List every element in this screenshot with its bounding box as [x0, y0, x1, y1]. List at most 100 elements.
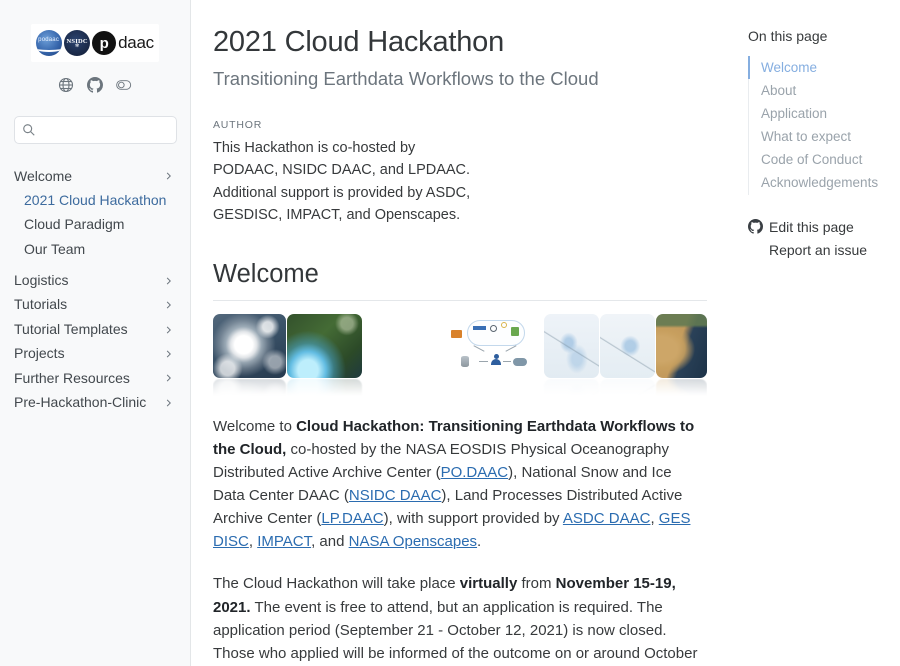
toc-list: Welcome About Application What to expect… [748, 56, 890, 195]
toc-item-acknowledgements[interactable]: Acknowledgements [748, 172, 890, 195]
toc-item-application[interactable]: Application [748, 102, 890, 125]
diagram-gear-icon [490, 325, 497, 332]
diagram-database-icon [461, 356, 469, 367]
diagram-document-icon [511, 327, 519, 336]
nsidc-logo: NSIDC✻ [64, 30, 90, 56]
sidebar-item-logistics[interactable]: Logistics [14, 269, 176, 293]
chevron-right-icon [164, 373, 174, 383]
sidebar-item-label: 2021 Cloud Hackathon [24, 193, 166, 208]
chevron-right-icon [164, 276, 174, 286]
author-label: AUTHOR [213, 119, 707, 131]
sidebar-item-projects[interactable]: Projects [14, 342, 176, 366]
welcome-paragraph-1: Welcome to Cloud Hackathon: Transitionin… [213, 415, 707, 554]
sidebar-item-tutorial-templates[interactable]: Tutorial Templates [14, 317, 176, 341]
banner-tile-hurricane-satellite-image [213, 314, 286, 378]
diagram-arrow [473, 345, 484, 352]
sidebar-item-label: Further Resources [14, 371, 130, 386]
welcome-paragraph-2: The Cloud Hackathon will take place virt… [213, 572, 707, 666]
text-segment: , and [311, 533, 349, 550]
site-logo[interactable]: podaac NSIDC✻ p daac [31, 24, 159, 62]
sidebar-item-label: Projects [14, 346, 65, 361]
sidebar-item-label: Tutorial Templates [14, 322, 128, 337]
lpdaac-monogram: p [92, 31, 116, 55]
sidebar-item-tutorials[interactable]: Tutorials [14, 293, 176, 317]
podaac-logo: podaac [36, 30, 62, 56]
report-an-issue-link[interactable]: Report an issue [748, 238, 890, 261]
text-segment: . [477, 533, 481, 550]
globe-icon[interactable] [58, 77, 74, 93]
search-input[interactable] [14, 116, 177, 144]
text-segment: , [249, 533, 257, 550]
toc-action-links: Edit this page Report an issue [748, 215, 890, 261]
sidebar-item-label: Cloud Paradigm [24, 217, 124, 232]
sidebar-item-cloud-paradigm[interactable]: Cloud Paradigm [14, 213, 176, 237]
text-segment: , [650, 510, 658, 527]
search-container [14, 116, 176, 144]
banner-tile-oman-coast-satellite-image [656, 314, 707, 378]
sidebar-item-label: Welcome [14, 169, 72, 184]
inline-link[interactable]: LP.DAAC [321, 510, 383, 527]
section-divider [213, 300, 707, 301]
diagram-folder-icon [451, 330, 462, 338]
diagram-arrow [505, 345, 516, 352]
sidebar-item-2021-cloud-hackathon[interactable]: 2021 Cloud Hackathon [14, 188, 176, 212]
sidebar-item-label: Pre-Hackathon-Clinic [14, 395, 146, 410]
diagram-person-icon [501, 322, 507, 328]
main-content: 2021 Cloud Hackathon Transitioning Earth… [191, 0, 737, 666]
edit-this-page-label: Edit this page [769, 219, 854, 235]
toc-item-about[interactable]: About [748, 79, 890, 102]
text-segment: ), with support provided by [384, 510, 563, 527]
inline-link[interactable]: ASDC DAAC [563, 510, 651, 527]
author-text: This Hackathon is co-hosted by PODAAC, N… [213, 137, 475, 227]
toc-item-welcome[interactable]: Welcome [748, 56, 890, 79]
banner-tile-green-coastline-satellite-image [287, 314, 362, 378]
podaac-wave-graphic [36, 43, 62, 52]
diagram-blue-bar [473, 326, 486, 330]
lpdaac-logo-text: daac [118, 33, 154, 53]
text-segment: The event is free to attend, but an appl… [213, 599, 697, 666]
page-title: 2021 Cloud Hackathon [213, 26, 707, 59]
toc-title: On this page [748, 28, 890, 44]
page-subtitle: Transitioning Earthdata Workflows to the… [213, 68, 707, 90]
banner-reflection [213, 379, 707, 396]
chevron-right-icon [164, 171, 174, 181]
inline-link[interactable]: PO.DAAC [441, 464, 509, 481]
banner-tile-ice-sheet-satellite-image-2 [600, 314, 655, 378]
sidebar-tool-icons [14, 77, 176, 93]
sidebar-item-further-resources[interactable]: Further Resources [14, 366, 176, 390]
section-heading-welcome: Welcome [213, 260, 707, 289]
sidebar-item-label: Our Team [24, 242, 85, 257]
sidebar-item-pre-hackathon-clinic[interactable]: Pre-Hackathon-Clinic [14, 391, 176, 415]
chevron-right-icon [164, 398, 174, 408]
banner-tile-row [213, 314, 707, 378]
inline-link[interactable]: IMPACT [257, 533, 311, 550]
inline-link[interactable]: NASA Openscapes [349, 533, 477, 550]
chevron-right-icon [164, 300, 174, 310]
text-segment: The Cloud Hackathon will take place [213, 575, 460, 592]
github-icon[interactable] [87, 77, 103, 93]
text-segment: from [517, 575, 555, 592]
sidebar-nav: Welcome 2021 Cloud Hackathon Cloud Parad… [14, 164, 176, 415]
toc-item-code-of-conduct[interactable]: Code of Conduct [748, 149, 890, 172]
left-sidebar: podaac NSIDC✻ p daac [0, 0, 191, 666]
inline-link[interactable]: NSIDC DAAC [349, 487, 442, 504]
banner-image [213, 314, 707, 396]
toc-item-what-to-expect[interactable]: What to expect [748, 126, 890, 149]
bold-text: virtually [460, 575, 518, 592]
page-toc: On this page Welcome About Application W… [737, 0, 900, 666]
sidebar-item-label: Logistics [14, 273, 68, 288]
chevron-right-icon [164, 349, 174, 359]
app-window: podaac NSIDC✻ p daac [0, 0, 900, 666]
diagram-arrow [479, 361, 488, 362]
contrast-toggle-icon[interactable] [116, 77, 132, 93]
edit-this-page-link[interactable]: Edit this page [748, 215, 890, 238]
banner-tile-arctic-ice-satellite-image [363, 314, 448, 378]
nsidc-snowflake-glyph: ✻ [75, 45, 79, 48]
diagram-arrow [503, 361, 511, 362]
search-icon [22, 123, 36, 137]
banner-tile-cloud-workflow-diagram [449, 314, 543, 378]
sidebar-item-welcome[interactable]: Welcome [14, 164, 176, 188]
sidebar-item-our-team[interactable]: Our Team [14, 237, 176, 261]
github-icon [748, 219, 763, 234]
diagram-user-icon [491, 354, 501, 366]
